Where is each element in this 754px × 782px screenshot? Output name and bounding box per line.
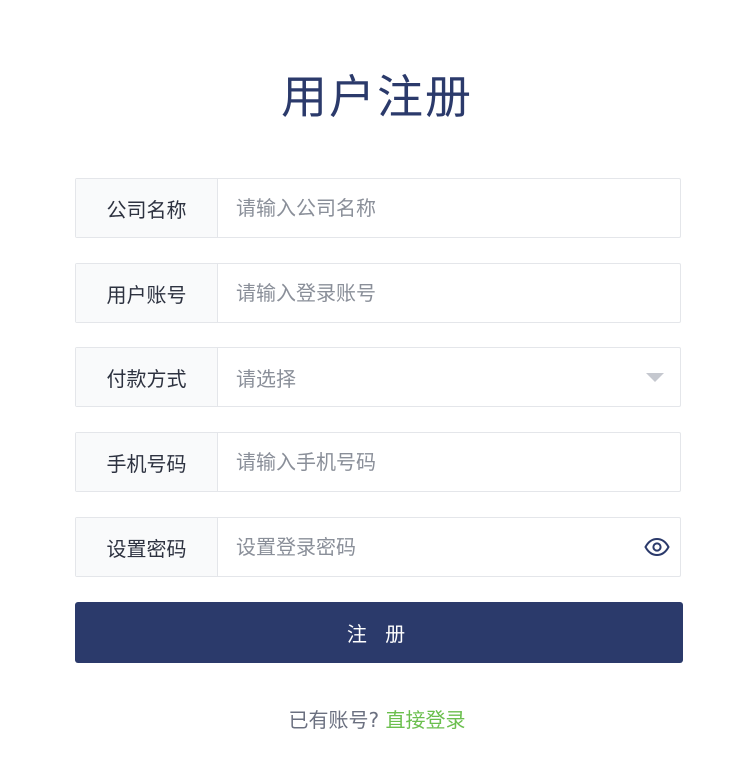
password-field: 设置密码 [75,517,681,577]
phone-field: 手机号码 [75,432,681,492]
password-input[interactable] [218,518,634,576]
page-title: 用户注册 [281,70,473,124]
payment-select[interactable]: 请选择 [218,348,680,406]
account-input[interactable] [218,264,680,322]
phone-label: 手机号码 [76,433,218,491]
payment-label: 付款方式 [76,348,218,406]
phone-input[interactable] [218,433,680,491]
login-prompt-text: 已有账号? [288,708,380,732]
register-page: 用户注册 公司名称 用户账号 付款方式 请选择 手机号码 设置密码 注 册 已有… [0,0,754,782]
account-field: 用户账号 [75,263,681,323]
password-visibility-toggle[interactable] [634,518,680,576]
register-button[interactable]: 注 册 [75,602,683,663]
payment-field: 付款方式 请选择 [75,347,681,407]
login-link[interactable]: 直接登录 [385,708,465,732]
payment-select-value: 请选择 [236,366,296,391]
caret-down-icon [646,372,664,382]
password-label: 设置密码 [76,518,218,576]
eye-icon [644,538,670,556]
login-prompt: 已有账号? 直接登录 [0,704,754,733]
account-label: 用户账号 [76,264,218,322]
company-label: 公司名称 [76,179,218,237]
company-field: 公司名称 [75,178,681,238]
company-input[interactable] [218,179,680,237]
